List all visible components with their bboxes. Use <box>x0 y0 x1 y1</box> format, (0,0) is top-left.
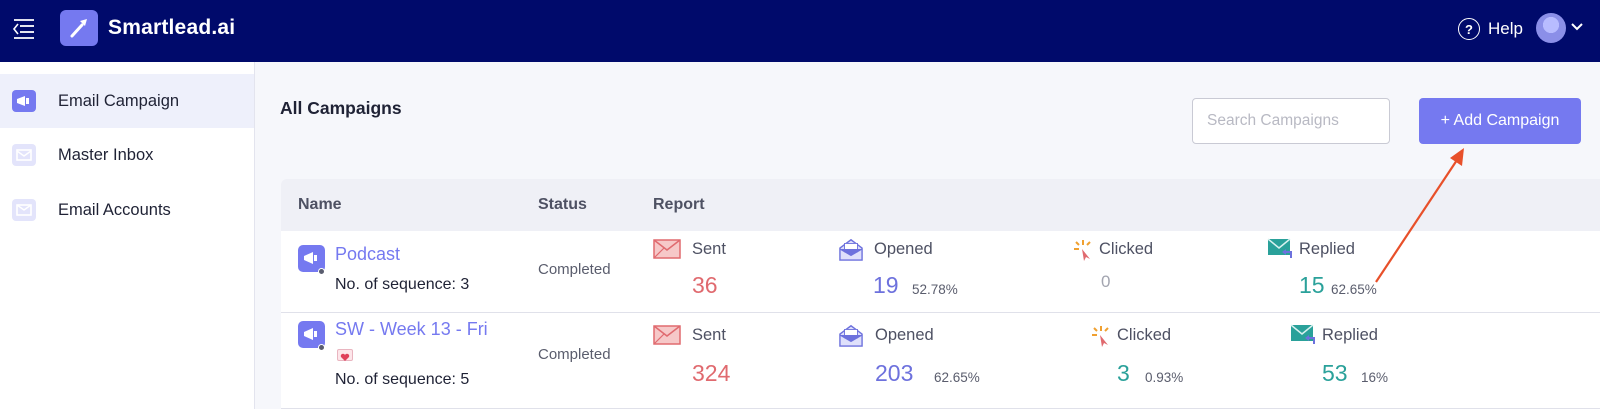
status-text: Completed <box>538 261 611 278</box>
sidebar-item-label: Email Accounts <box>58 200 171 219</box>
campaign-name-link[interactable]: Podcast <box>335 244 400 265</box>
campaigns-table: Name Status Report Podcast No. of sequen… <box>281 179 1600 409</box>
help-link[interactable]: ? Help <box>1458 17 1523 41</box>
sidebar-item-email-campaign[interactable]: Email Campaign <box>0 74 254 128</box>
replied-label: Replied <box>1299 240 1355 258</box>
click-icon <box>1074 240 1091 261</box>
sequence-count: No. of sequence: 5 <box>335 371 470 388</box>
replied-label: Replied <box>1322 326 1378 344</box>
avatar[interactable] <box>1536 13 1566 43</box>
click-icon <box>1092 326 1109 347</box>
opened-count: 19 <box>873 272 899 298</box>
sequence-count: No. of sequence: 3 <box>335 276 470 293</box>
add-campaign-button[interactable]: + Add Campaign <box>1419 98 1581 144</box>
heart-letter-icon <box>337 349 353 361</box>
reply-envelope-icon <box>1290 324 1315 344</box>
opened-percent: 62.65% <box>934 370 980 385</box>
clicked-label: Clicked <box>1117 326 1172 344</box>
sidebar-item-label: Master Inbox <box>58 145 154 164</box>
clicked-label: Clicked <box>1099 240 1154 258</box>
sidebar-item-label: Email Campaign <box>58 91 180 110</box>
help-label: Help <box>1488 19 1523 38</box>
envelope-icon <box>12 199 36 221</box>
replied-count: 15 <box>1299 272 1325 298</box>
chevron-down-icon[interactable] <box>1570 22 1584 32</box>
table-row[interactable]: SW - Week 13 - Fri No. of sequence: 5 Co… <box>281 313 1600 409</box>
replied-percent: 16% <box>1361 370 1389 385</box>
opened-percent: 52.78% <box>912 282 958 297</box>
sidebar-item-email-accounts[interactable]: Email Accounts <box>0 183 254 237</box>
opened-label: Opened <box>874 240 933 258</box>
sent-count: 324 <box>692 360 731 386</box>
search-input[interactable] <box>1192 98 1390 144</box>
clicked-count: 0 <box>1101 272 1111 291</box>
table-row[interactable]: Podcast No. of sequence: 3 Completed Sen… <box>281 231 1600 313</box>
opened-label: Opened <box>875 326 934 344</box>
menu-toggle-icon[interactable] <box>12 17 36 39</box>
status-dot <box>318 268 325 275</box>
sent-envelope-icon <box>653 325 681 345</box>
sent-envelope-icon <box>653 239 681 259</box>
table-header: Name Status Report <box>281 179 1600 231</box>
megaphone-icon <box>12 90 36 112</box>
campaign-name-link[interactable]: SW - Week 13 - Fri <box>335 319 488 340</box>
status-dot <box>318 344 325 351</box>
sent-count: 36 <box>692 272 718 298</box>
column-header-name: Name <box>298 196 342 213</box>
status-text: Completed <box>538 346 611 363</box>
replied-percent: 62.65% <box>1331 282 1377 297</box>
top-bar: Smartlead.ai ? Help <box>0 0 1600 62</box>
brand-name: Smartlead.ai <box>108 16 236 39</box>
column-header-status: Status <box>538 196 587 213</box>
sent-label: Sent <box>692 240 726 258</box>
reply-envelope-icon <box>1267 238 1292 258</box>
sent-label: Sent <box>692 326 726 344</box>
opened-count: 203 <box>875 360 914 386</box>
clicked-count: 3 <box>1117 360 1130 386</box>
clicked-percent: 0.93% <box>1145 370 1184 385</box>
opened-envelope-icon <box>839 324 863 347</box>
brand-logo-icon[interactable] <box>60 10 98 46</box>
sidebar-item-master-inbox[interactable]: Master Inbox <box>0 128 254 182</box>
help-icon: ? <box>1458 18 1480 40</box>
column-header-report: Report <box>653 196 705 213</box>
sidebar: Email Campaign Master Inbox Email Accoun… <box>0 62 255 409</box>
replied-count: 53 <box>1322 360 1348 386</box>
opened-envelope-icon <box>839 238 863 261</box>
page-title: All Campaigns <box>280 98 402 118</box>
inbox-icon <box>12 144 36 166</box>
